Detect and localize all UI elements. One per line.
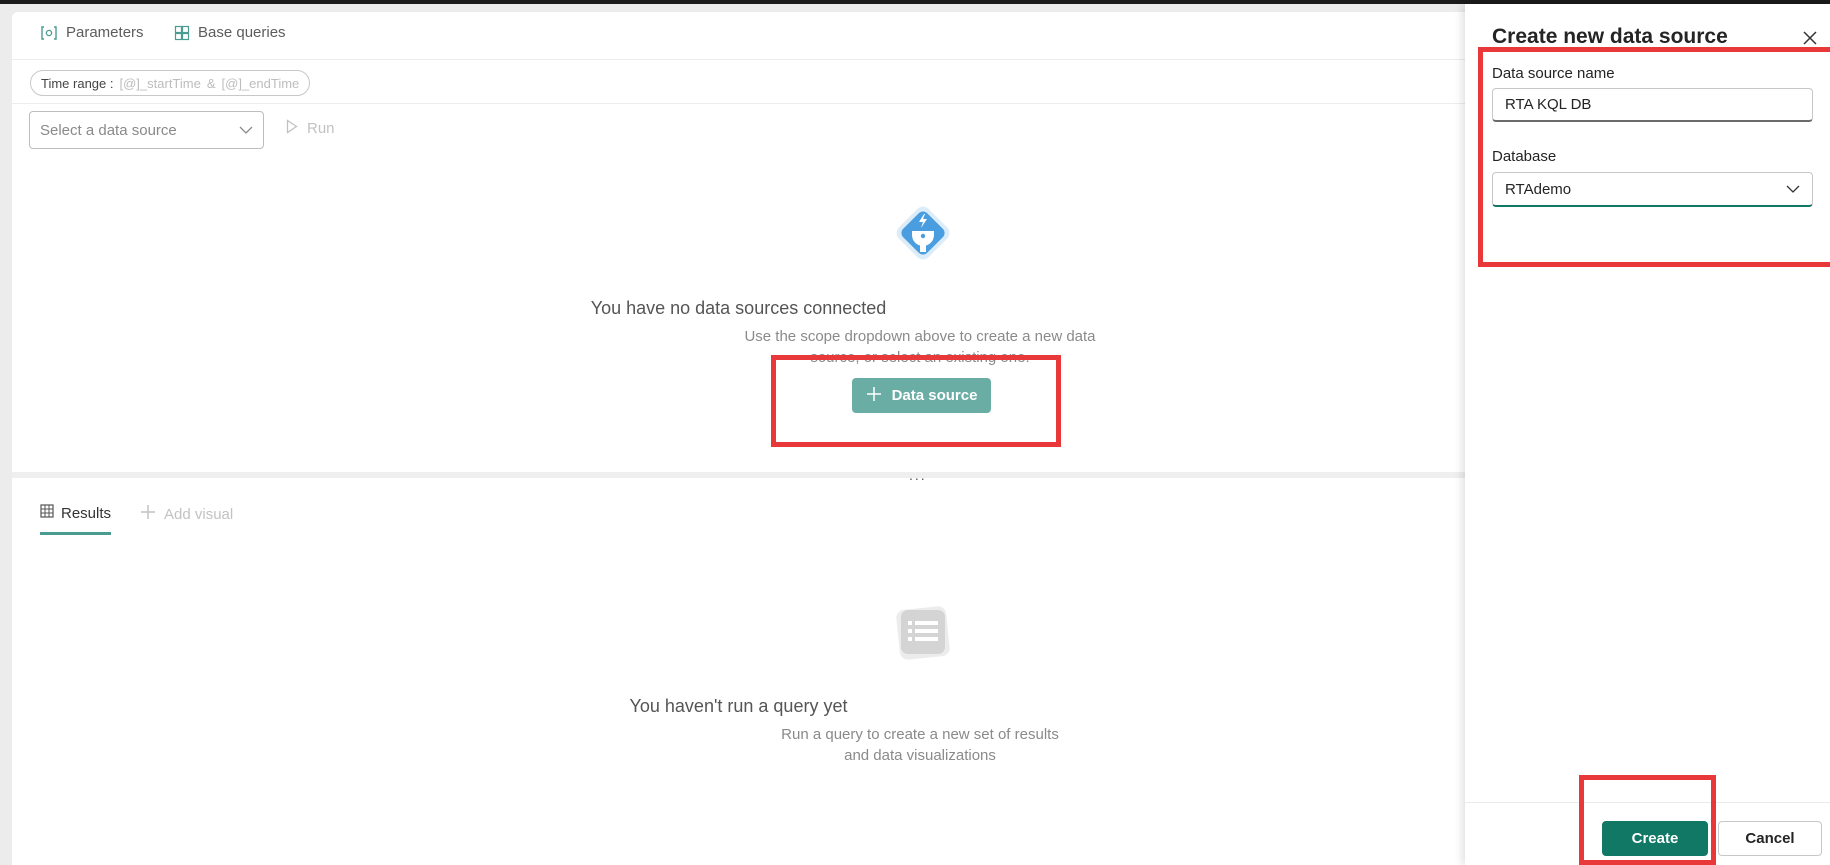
base-queries-icon — [174, 25, 190, 41]
time-range-row: Time range : [@]_startTime & [@]_endTime — [12, 60, 1465, 104]
table-icon — [40, 504, 54, 522]
play-icon — [286, 119, 298, 138]
database-select[interactable]: RTAdemo — [1492, 172, 1813, 207]
tab-parameters-label: Parameters — [66, 24, 144, 41]
parameters-icon — [40, 25, 58, 41]
data-source-name-label: Data source name — [1492, 65, 1615, 82]
tab-results-label: Results — [61, 504, 112, 522]
tab-base-queries-label: Base queries — [198, 24, 286, 41]
create-button[interactable]: Create — [1602, 821, 1708, 856]
run-button[interactable]: Run — [286, 119, 335, 138]
tab-base-queries[interactable]: Base queries — [174, 24, 286, 41]
tab-results[interactable]: Results — [40, 504, 112, 535]
chevron-down-icon — [239, 122, 253, 139]
list-icon — [888, 602, 958, 668]
add-data-source-button[interactable]: Data source — [852, 378, 991, 413]
time-range-pill[interactable]: Time range : [@]_startTime & [@]_endTime — [30, 70, 311, 96]
run-label: Run — [307, 120, 335, 137]
add-data-source-label: Data source — [891, 387, 978, 404]
data-source-placeholder: Select a data source — [40, 121, 177, 139]
time-separator: & — [206, 75, 216, 91]
no-data-sources-title: You have no data sources connected — [590, 298, 887, 318]
add-visual-button[interactable]: Add visual — [140, 504, 233, 524]
panel-footer-divider — [1465, 802, 1830, 803]
panel-title: Create new data source — [1492, 25, 1728, 48]
chevron-down-icon — [1786, 181, 1800, 198]
close-icon[interactable] — [1800, 28, 1820, 48]
plus-icon — [140, 504, 156, 524]
main-area: Parameters Base queries Time range : [@]… — [0, 4, 1465, 865]
no-query-subtitle: Run a query to create a new set of resul… — [781, 726, 1059, 764]
data-source-select[interactable]: Select a data source — [29, 111, 264, 149]
plug-icon — [888, 198, 958, 268]
end-time-param: [@]_endTime — [221, 75, 300, 91]
query-card: Parameters Base queries Time range : [@]… — [12, 12, 1465, 865]
no-data-sources-subtitle: Use the scope dropdown above to create a… — [744, 328, 1096, 366]
data-source-name-input[interactable] — [1492, 88, 1813, 122]
tab-parameters[interactable]: Parameters — [40, 24, 144, 41]
database-selected-value: RTAdemo — [1505, 180, 1572, 198]
create-data-source-panel: Create new data source Data source name … — [1465, 4, 1830, 865]
time-range-label: Time range : — [41, 75, 114, 91]
add-visual-label: Add visual — [164, 505, 234, 523]
splitter-handle[interactable]: ... — [909, 467, 927, 483]
pane-splitter[interactable] — [12, 472, 1465, 478]
toolbar-tabs: Parameters Base queries — [12, 12, 1465, 60]
screen: Parameters Base queries Time range : [@]… — [0, 0, 1830, 865]
no-query-title: You haven't run a query yet — [629, 696, 848, 716]
cancel-button[interactable]: Cancel — [1718, 821, 1822, 856]
plus-icon — [866, 386, 882, 406]
database-label: Database — [1492, 148, 1557, 165]
start-time-param: [@]_startTime — [119, 75, 201, 91]
